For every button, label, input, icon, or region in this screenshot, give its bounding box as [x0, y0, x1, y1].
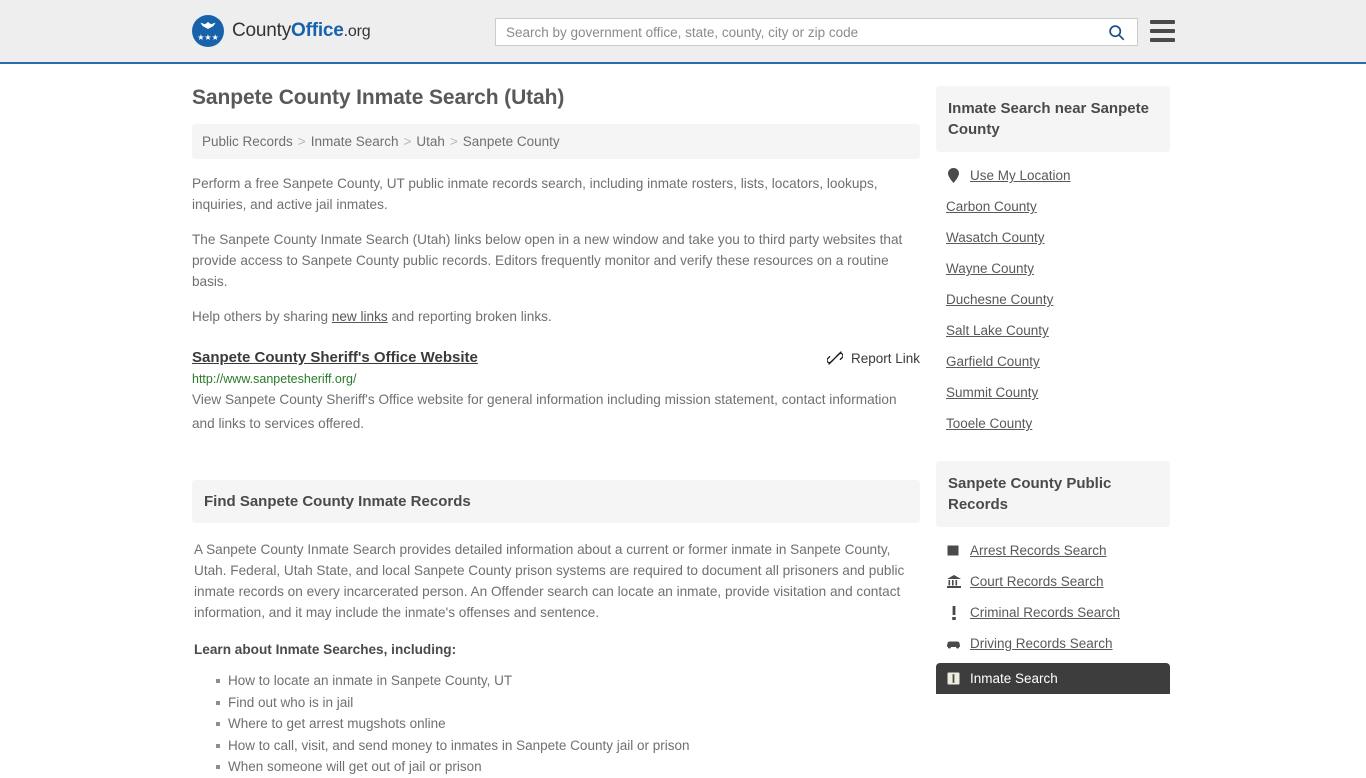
- sidebar-item-inmate-search[interactable]: Inmate Search: [936, 663, 1170, 694]
- report-link-button[interactable]: Report Link: [826, 350, 920, 366]
- inmate-icon: [946, 671, 961, 686]
- new-links-link[interactable]: new links: [332, 309, 388, 324]
- sidebar-item-criminal-records-search[interactable]: Criminal Records Search: [936, 597, 1170, 628]
- nearby-panel-heading: Inmate Search near Sanpete County: [936, 86, 1170, 152]
- brand-wordmark: CountyOffice.org: [232, 20, 371, 42]
- intro-paragraph-2: The Sanpete County Inmate Search (Utah) …: [192, 232, 903, 289]
- sidebar-item-label[interactable]: Salt Lake County: [946, 323, 1049, 338]
- search-button[interactable]: [1095, 19, 1137, 45]
- section-bullet-list: How to locate an inmate in Sanpete Count…: [194, 670, 918, 778]
- sidebar-item-court-records-search[interactable]: Court Records Search: [936, 566, 1170, 597]
- sidebar-item-label[interactable]: Summit County: [946, 385, 1038, 400]
- section-paragraph: A Sanpete County Inmate Search provides …: [194, 542, 905, 620]
- brand-part-org: .org: [343, 23, 371, 40]
- sidebar-item-salt-lake-county[interactable]: Salt Lake County: [936, 315, 1170, 346]
- public-records-panel-heading: Sanpete County Public Records: [936, 461, 1170, 527]
- share-text-after: and reporting broken links.: [387, 309, 552, 324]
- list-item: When someone will get out of jail or pri…: [216, 756, 918, 778]
- section-body: A Sanpete County Inmate Search provides …: [192, 523, 920, 778]
- result-description: View Sanpete County Sheriff's Office web…: [192, 392, 897, 431]
- result-block: Sanpete County Sheriff's Office Website …: [192, 349, 920, 436]
- brand-part-county: County: [232, 20, 292, 41]
- list-item: How to locate an inmate in Sanpete Count…: [216, 670, 918, 692]
- result-title-link[interactable]: Sanpete County Sheriff's Office Website: [192, 349, 478, 366]
- hamburger-bar-3: [1150, 38, 1175, 42]
- report-link-label: Report Link: [850, 350, 920, 366]
- section-list-intro: Learn about Inmate Searches, including:: [194, 642, 457, 657]
- breadcrumb-item-inmate-search[interactable]: Inmate Search: [311, 134, 399, 149]
- sidebar-item-carbon-county[interactable]: Carbon County: [936, 191, 1170, 222]
- public-records-panel-list: Arrest Records Search Court Records Sear…: [936, 527, 1170, 694]
- sidebar-item-label[interactable]: Driving Records Search: [970, 636, 1113, 651]
- breadcrumb-separator-3: >: [449, 134, 458, 149]
- sidebar-item-wayne-county[interactable]: Wayne County: [936, 253, 1170, 284]
- intro-paragraph-3: Help others by sharing new links and rep…: [192, 306, 920, 327]
- page-container: Sanpete County Inmate Search (Utah) Publ…: [0, 64, 1366, 778]
- list-item: Where to get arrest mugshots online: [216, 713, 918, 735]
- nearby-inmate-search-panel: Inmate Search near Sanpete County Use My…: [936, 86, 1170, 439]
- car-icon: [946, 636, 961, 651]
- breadcrumb-separator-1: >: [297, 134, 306, 149]
- site-logo[interactable]: ★★★ CountyOffice.org: [192, 15, 371, 47]
- find-records-section: Find Sanpete County Inmate Records A San…: [192, 480, 920, 778]
- section-heading: Find Sanpete County Inmate Records: [192, 480, 920, 523]
- sidebar-item-tooele-county[interactable]: Tooele County: [936, 408, 1170, 439]
- list-item: How to call, visit, and send money to in…: [216, 735, 918, 757]
- sidebar: Inmate Search near Sanpete County Use My…: [936, 86, 1170, 778]
- hamburger-menu-icon[interactable]: [1150, 20, 1175, 42]
- brand-part-office: Office: [291, 20, 344, 41]
- result-header: Sanpete County Sheriff's Office Website …: [192, 349, 920, 366]
- sidebar-item-label[interactable]: Duchesne County: [946, 292, 1053, 307]
- sidebar-item-label[interactable]: Court Records Search: [970, 574, 1104, 589]
- list-item: Find out who is in jail: [216, 692, 918, 714]
- broken-link-icon: [826, 351, 843, 365]
- sidebar-item-summit-county[interactable]: Summit County: [936, 377, 1170, 408]
- sidebar-item-label[interactable]: Wasatch County: [946, 230, 1045, 245]
- county-office-seal-icon: ★★★: [192, 15, 224, 47]
- sidebar-item-label[interactable]: Use My Location: [970, 168, 1071, 183]
- exclamation-icon: [946, 605, 961, 620]
- courthouse-icon: [946, 574, 961, 589]
- sidebar-item-label[interactable]: Carbon County: [946, 199, 1037, 214]
- search-icon: [1108, 24, 1124, 40]
- stars-icon: ★★★: [197, 33, 219, 42]
- page-title: Sanpete County Inmate Search (Utah): [192, 86, 565, 109]
- sidebar-item-label[interactable]: Wayne County: [946, 261, 1034, 276]
- site-header: ★★★ CountyOffice.org: [0, 0, 1366, 64]
- sidebar-item-label[interactable]: Inmate Search: [970, 671, 1058, 686]
- breadcrumb-item-utah[interactable]: Utah: [416, 134, 445, 149]
- sidebar-item-driving-records-search[interactable]: Driving Records Search: [936, 628, 1170, 659]
- result-url[interactable]: http://www.sanpetesheriff.org/: [192, 372, 920, 386]
- sidebar-item-use-my-location[interactable]: Use My Location: [936, 160, 1170, 191]
- main-column: Sanpete County Inmate Search (Utah) Publ…: [192, 86, 920, 778]
- breadcrumb-item-public-records[interactable]: Public Records: [202, 134, 293, 149]
- map-pin-icon: [946, 168, 961, 183]
- share-text-before: Help others by sharing: [192, 309, 332, 324]
- sidebar-item-label[interactable]: Criminal Records Search: [970, 605, 1120, 620]
- search-input[interactable]: [496, 19, 1095, 45]
- sidebar-item-label[interactable]: Tooele County: [946, 416, 1032, 431]
- public-records-panel: Sanpete County Public Records Arrest Rec…: [936, 461, 1170, 694]
- hamburger-bar-2: [1150, 29, 1175, 33]
- breadcrumb-separator-2: >: [403, 134, 412, 149]
- hamburger-bar-1: [1150, 20, 1175, 24]
- square-icon: [946, 543, 961, 558]
- sidebar-item-wasatch-county[interactable]: Wasatch County: [936, 222, 1170, 253]
- breadcrumb-item-sanpete-county[interactable]: Sanpete County: [463, 134, 560, 149]
- intro-paragraph-1: Perform a free Sanpete County, UT public…: [192, 176, 878, 212]
- breadcrumb: Public Records > Inmate Search > Utah > Sanpet…: [192, 124, 920, 159]
- search-bar[interactable]: [495, 18, 1138, 46]
- content-columns: Sanpete County Inmate Search (Utah) Publ…: [192, 64, 1174, 778]
- sidebar-item-garfield-county[interactable]: Garfield County: [936, 346, 1170, 377]
- sidebar-item-label[interactable]: Arrest Records Search: [970, 543, 1107, 558]
- sidebar-item-duchesne-county[interactable]: Duchesne County: [936, 284, 1170, 315]
- eagle-icon: [200, 22, 216, 29]
- sidebar-item-label[interactable]: Garfield County: [946, 354, 1040, 369]
- nearby-panel-list: Use My Location Carbon County Wasatch Co…: [936, 152, 1170, 439]
- sidebar-item-arrest-records-search[interactable]: Arrest Records Search: [936, 535, 1170, 566]
